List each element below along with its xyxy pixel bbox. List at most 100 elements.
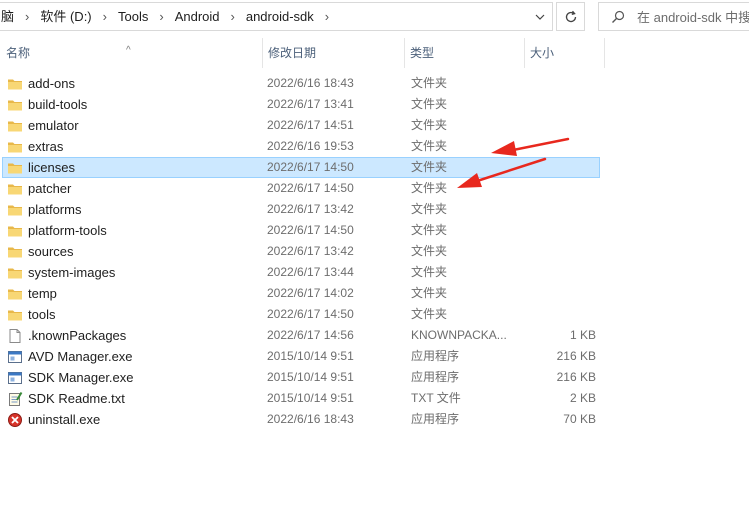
file-row[interactable]: temp 2022/6/17 14:02 文件夹 — [2, 283, 600, 304]
file-row[interactable]: add-ons 2022/6/16 18:43 文件夹 — [2, 73, 600, 94]
folder-icon — [7, 286, 23, 302]
file-row[interactable]: licenses 2022/6/17 14:50 文件夹 — [2, 157, 600, 178]
column-header-date[interactable]: 修改日期 — [262, 38, 404, 68]
file-row[interactable]: platforms 2022/6/17 13:42 文件夹 — [2, 199, 600, 220]
file-name: platform-tools — [28, 223, 107, 238]
file-row[interactable]: emulator 2022/6/17 14:51 文件夹 — [2, 115, 600, 136]
file-name: platforms — [28, 202, 82, 217]
file-type: TXT 文件 — [411, 391, 461, 405]
sort-ascending-icon: ^ — [126, 45, 131, 56]
address-bar[interactable]: 脑 › 软件 (D:) › Tools › Android › android-… — [0, 2, 553, 31]
file-type: 文件夹 — [411, 97, 448, 111]
refresh-icon — [565, 10, 576, 22]
file-row[interactable]: extras 2022/6/16 19:53 文件夹 — [2, 136, 600, 157]
file-size: 1 KB — [569, 328, 596, 342]
file-type: 文件夹 — [411, 181, 448, 195]
file-name: temp — [28, 286, 57, 301]
file-row[interactable]: SDK Readme.txt 2015/10/14 9:51 TXT 文件 2 KB — [2, 388, 600, 409]
folder-icon — [7, 202, 23, 218]
breadcrumb-separator[interactable]: › — [94, 3, 116, 30]
file-name: .knownPackages — [28, 328, 127, 343]
breadcrumb-separator[interactable]: › — [16, 3, 38, 30]
file-row[interactable]: sources 2022/6/17 13:42 文件夹 — [2, 241, 600, 262]
file-name: uninstall.exe — [28, 412, 101, 427]
file-date: 2022/6/16 19:53 — [267, 139, 354, 153]
file-row[interactable]: uninstall.exe 2022/6/16 18:43 应用程序 70 KB — [2, 409, 600, 430]
column-header-size[interactable]: 大小 — [524, 38, 604, 68]
file-type: 文件夹 — [411, 265, 448, 279]
file-row[interactable]: AVD Manager.exe 2015/10/14 9:51 应用程序 216 KB — [2, 346, 600, 367]
file-date: 2022/6/17 14:02 — [267, 286, 354, 300]
file-name: build-tools — [28, 97, 88, 112]
folder-icon — [7, 223, 23, 239]
file-date: 2022/6/17 14:50 — [267, 307, 354, 321]
folder-icon — [7, 181, 23, 197]
file-type: 文件夹 — [411, 286, 448, 300]
file-row[interactable]: build-tools 2022/6/17 13:41 文件夹 — [2, 94, 600, 115]
search-icon — [612, 10, 625, 23]
file-row[interactable]: system-images 2022/6/17 13:44 文件夹 — [2, 262, 600, 283]
file-size: 2 KB — [569, 391, 596, 405]
breadcrumb-separator[interactable]: › — [150, 3, 172, 30]
address-history-dropdown[interactable] — [529, 3, 551, 30]
file-type: 文件夹 — [411, 160, 448, 174]
column-header-type-label: 类型 — [410, 46, 435, 60]
column-header-size-label: 大小 — [530, 46, 555, 60]
breadcrumb-android[interactable]: Android — [173, 3, 222, 30]
file-date: 2022/6/16 18:43 — [267, 76, 354, 90]
uninstall-icon — [7, 412, 23, 428]
file-type: 文件夹 — [411, 118, 448, 132]
breadcrumb-separator[interactable]: › — [222, 3, 244, 30]
search-input[interactable]: 在 android-sdk 中搜 — [598, 2, 749, 31]
file-date: 2022/6/17 14:51 — [267, 118, 354, 132]
file-date: 2022/6/17 13:41 — [267, 97, 354, 111]
file-row[interactable]: SDK Manager.exe 2015/10/14 9:51 应用程序 216 KB — [2, 367, 600, 388]
breadcrumb-this-pc[interactable]: 脑 — [0, 3, 16, 30]
file-date: 2022/6/17 14:50 — [267, 160, 354, 174]
breadcrumb-drive-d[interactable]: 软件 (D:) — [38, 3, 93, 30]
file-row[interactable]: .knownPackages 2022/6/17 14:56 KNOWNPACKA.… — [2, 325, 600, 346]
file-date: 2022/6/17 13:42 — [267, 202, 354, 216]
breadcrumb-tools[interactable]: Tools — [116, 3, 150, 30]
file-name: extras — [28, 139, 64, 154]
chevron-down-icon — [535, 14, 545, 20]
file-type: 应用程序 — [411, 412, 460, 426]
file-name: SDK Readme.txt — [28, 391, 125, 406]
search-placeholder: 在 android-sdk 中搜 — [637, 10, 749, 25]
column-divider[interactable] — [604, 38, 605, 68]
file-type: 文件夹 — [411, 244, 448, 258]
folder-icon — [7, 97, 23, 113]
file-date: 2015/10/14 9:51 — [267, 349, 354, 363]
file-name: add-ons — [28, 76, 75, 91]
file-row[interactable]: patcher 2022/6/17 14:50 文件夹 — [2, 178, 600, 199]
file-date: 2022/6/16 18:43 — [267, 412, 354, 426]
refresh-button[interactable] — [556, 2, 585, 31]
file-row[interactable]: tools 2022/6/17 14:50 文件夹 — [2, 304, 600, 325]
file-date: 2015/10/14 9:51 — [267, 391, 354, 405]
file-type: 文件夹 — [411, 202, 448, 216]
file-size: 70 KB — [563, 412, 596, 426]
breadcrumb-separator[interactable]: › — [316, 3, 338, 30]
file-date: 2015/10/14 9:51 — [267, 370, 354, 384]
file-date: 2022/6/17 13:44 — [267, 265, 354, 279]
file-name: patcher — [28, 181, 72, 196]
folder-icon — [7, 307, 23, 323]
column-header-name[interactable]: 名称 ^ — [0, 38, 262, 68]
folder-icon — [7, 244, 23, 260]
file-name: tools — [28, 307, 56, 322]
folder-icon — [7, 118, 23, 134]
file-date: 2022/6/17 13:42 — [267, 244, 354, 258]
file-date: 2022/6/17 14:50 — [267, 223, 354, 237]
file-type: 文件夹 — [411, 307, 448, 321]
breadcrumb-android-sdk[interactable]: android-sdk — [244, 3, 316, 30]
file-name: emulator — [28, 118, 79, 133]
column-header-type[interactable]: 类型 — [404, 38, 524, 68]
file-row[interactable]: platform-tools 2022/6/17 14:50 文件夹 — [2, 220, 600, 241]
folder-icon — [7, 160, 23, 176]
file-icon — [7, 328, 23, 344]
file-date: 2022/6/17 14:56 — [267, 328, 354, 342]
folder-icon — [7, 76, 23, 92]
file-type: 应用程序 — [411, 370, 460, 384]
column-header-name-label: 名称 — [6, 46, 31, 60]
file-size: 216 KB — [556, 370, 596, 384]
